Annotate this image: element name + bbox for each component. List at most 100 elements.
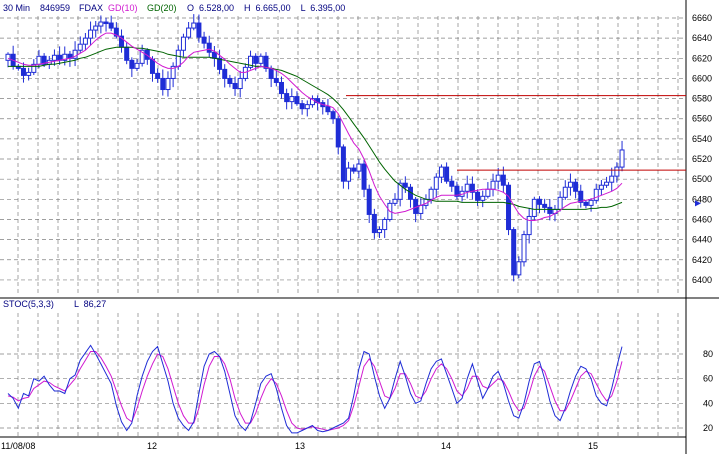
candle-body [371,213,377,234]
price-tick-label: 6460 [692,214,712,224]
candle-body [490,180,496,190]
stoc-last-value: L 86,27 [74,299,106,309]
candle-body [232,82,238,90]
candle-body [598,184,604,190]
chart-root: 30 Min 846959 FDAX GD(10) GD(20) O 6.528… [0,0,719,454]
candle-body [304,104,310,110]
candle-body [222,68,228,79]
candle-body [614,166,620,177]
stoc-tick-label: 20 [703,423,713,433]
background [0,0,719,454]
price-tick-label: 6560 [692,114,712,124]
candle-body [108,22,114,29]
candle-body [335,118,341,148]
candle-body [103,21,109,25]
candle-body [506,184,512,231]
candle-body [191,22,197,29]
candle-body [438,166,444,178]
candle-body [227,77,233,84]
price-tick-label: 6600 [692,73,712,83]
price-tick-label: 6400 [692,275,712,285]
candle-body [475,191,481,201]
candle-body [155,72,161,79]
candle-body [480,195,486,201]
candle-body [521,234,527,263]
price-tick-label: 6500 [692,174,712,184]
candle-body [77,43,83,51]
candle-body [392,198,398,204]
candle-body [284,93,290,103]
candle-body [542,203,548,208]
candle-body [619,149,625,168]
stoc-tick-label: 40 [703,398,713,408]
candle-body [366,188,372,215]
ma10-legend: GD(10) [108,3,138,13]
candle-body [88,29,94,39]
candle-body [180,36,186,51]
candle-body [98,21,104,27]
candle-body [129,59,135,69]
candle-body [237,77,243,90]
candle-body [175,49,181,67]
candle-body [196,22,202,38]
candle-body [294,96,300,105]
stoc-tick-label: 80 [703,349,713,359]
candle-body [149,58,155,74]
candle-body [604,181,610,186]
x-tick-label: 12 [147,441,157,451]
candle-body [253,55,259,64]
candle-body [428,188,434,200]
candle-body [433,176,439,190]
candle-body [402,182,408,188]
candle-body [377,229,383,234]
candle-body [361,163,367,190]
candle-body [299,103,305,110]
candle-body [444,166,450,182]
price-tick-label: 6520 [692,154,712,164]
candle-body [258,55,264,64]
candle-body [206,42,212,53]
candle-body [82,37,88,45]
candle-body [567,181,573,188]
price-tick-label: 6620 [692,53,712,63]
candle-body [485,188,491,197]
candle-body [201,36,207,44]
x-tick-label: 15 [588,441,598,451]
candle-body [449,180,455,187]
candle-body [51,54,57,61]
candle-body [609,175,615,183]
candle-body [340,146,346,182]
candle-body [562,186,568,198]
stoc-legend: STOC(5,3,3) [3,299,54,309]
candle-body [536,198,542,205]
candle-body [186,27,192,38]
candle-body [165,77,171,91]
candle-body [242,66,248,79]
x-tick-label: 11/08/08 [1,441,35,451]
price-tick-label: 6640 [692,33,712,43]
candle-body [356,163,362,172]
stoc-tick-label: 60 [703,374,713,384]
candle-body [526,215,532,236]
candle-body [268,67,274,79]
candle-body [573,181,579,192]
candle-body [278,81,284,95]
symbol-label: FDAX [79,3,103,13]
candle-body [547,206,553,214]
candle-body [351,167,357,172]
candle-body [289,96,295,103]
chart-svg: 30 Min 846959 FDAX GD(10) GD(20) O 6.528… [0,0,719,454]
candle-body [134,62,140,69]
candle-body [495,174,501,182]
candle-body [511,229,517,276]
candle-body [330,111,336,120]
candle-body [124,46,130,61]
candle-body [583,201,589,206]
candle-body [20,67,26,76]
price-tick-label: 6580 [692,94,712,104]
candle-body [418,204,424,214]
candle-body [593,188,599,201]
candle-body [464,183,470,192]
candle-body [273,77,279,83]
price-tick-label: 6540 [692,134,712,144]
